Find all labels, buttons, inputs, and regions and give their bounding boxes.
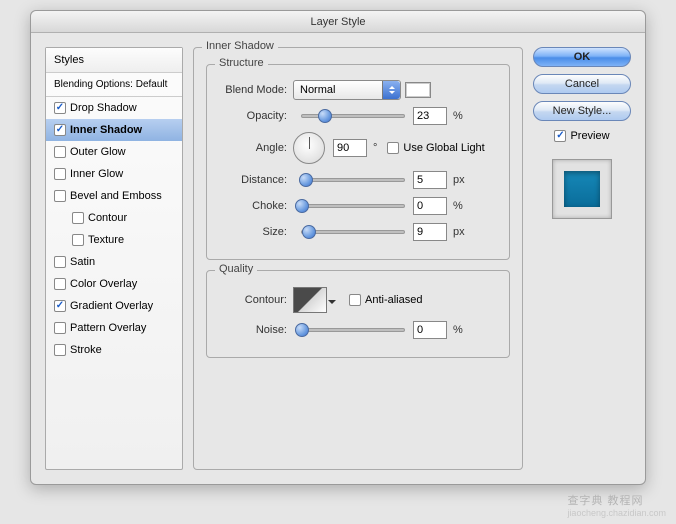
style-checkbox[interactable] — [54, 124, 66, 136]
blend-mode-value: Normal — [300, 84, 335, 96]
watermark: 查字典 教程网 jiaocheng.chazidian.com — [567, 492, 666, 518]
dialog-content: Styles Blending Options: Default Drop Sh… — [31, 33, 645, 484]
sidebar-item-stroke[interactable]: Stroke — [46, 339, 182, 361]
style-checkbox[interactable] — [54, 190, 66, 202]
distance-slider[interactable] — [301, 178, 405, 182]
distance-unit: px — [453, 174, 465, 186]
anti-aliased-checkbox[interactable] — [349, 294, 361, 306]
distance-label: Distance: — [219, 174, 293, 186]
cancel-button[interactable]: Cancel — [533, 74, 631, 94]
sidebar-item-outer-glow[interactable]: Outer Glow — [46, 141, 182, 163]
new-style-button[interactable]: New Style... — [533, 101, 631, 121]
style-checkbox[interactable] — [72, 212, 84, 224]
sidebar-item-label: Bevel and Emboss — [70, 190, 162, 202]
style-checkbox[interactable] — [54, 146, 66, 158]
sidebar-item-satin[interactable]: Satin — [46, 251, 182, 273]
contour-label: Contour: — [219, 294, 293, 306]
panel-title: Inner Shadow — [202, 40, 278, 52]
quality-legend: Quality — [215, 263, 257, 275]
choke-slider[interactable] — [301, 204, 405, 208]
opacity-input[interactable]: 23 — [413, 107, 447, 125]
ok-button[interactable]: OK — [533, 47, 631, 67]
style-checkbox[interactable] — [54, 300, 66, 312]
sidebar-item-label: Pattern Overlay — [70, 322, 146, 334]
sidebar-item-label: Drop Shadow — [70, 102, 137, 114]
size-unit: px — [453, 226, 465, 238]
noise-unit: % — [453, 324, 463, 336]
preview-well — [552, 159, 612, 219]
styles-sidebar: Styles Blending Options: Default Drop Sh… — [45, 47, 183, 470]
contour-picker[interactable] — [293, 287, 327, 313]
noise-slider[interactable] — [301, 328, 405, 332]
blend-mode-select[interactable]: Normal — [293, 80, 401, 100]
size-label: Size: — [219, 226, 293, 238]
sidebar-item-label: Color Overlay — [70, 278, 137, 290]
sidebar-item-label: Stroke — [70, 344, 102, 356]
blending-options[interactable]: Blending Options: Default — [46, 73, 182, 97]
sidebar-item-inner-glow[interactable]: Inner Glow — [46, 163, 182, 185]
sidebar-item-label: Gradient Overlay — [70, 300, 153, 312]
angle-wheel[interactable] — [293, 132, 325, 164]
inner-shadow-group: Inner Shadow Structure Blend Mode: Norma… — [193, 47, 523, 470]
size-slider[interactable] — [301, 230, 405, 234]
effect-panel: Inner Shadow Structure Blend Mode: Norma… — [193, 47, 523, 470]
choke-input[interactable]: 0 — [413, 197, 447, 215]
window-title: Layer Style — [31, 11, 645, 33]
dialog-buttons: OK Cancel New Style... Preview — [533, 47, 631, 470]
choke-unit: % — [453, 200, 463, 212]
anti-aliased-label: Anti-aliased — [365, 294, 422, 306]
layer-style-dialog: Layer Style Styles Blending Options: Def… — [30, 10, 646, 485]
preview-checkbox[interactable] — [554, 130, 566, 142]
sidebar-item-texture[interactable]: Texture — [46, 229, 182, 251]
structure-group: Structure Blend Mode: Normal Opacity: 23 — [206, 64, 510, 260]
sidebar-item-color-overlay[interactable]: Color Overlay — [46, 273, 182, 295]
quality-group: Quality Contour: Anti-aliased Noise: 0 % — [206, 270, 510, 358]
choke-label: Choke: — [219, 200, 293, 212]
sidebar-header[interactable]: Styles — [46, 48, 182, 73]
style-checkbox[interactable] — [72, 234, 84, 246]
sidebar-item-label: Texture — [88, 234, 124, 246]
sidebar-item-label: Contour — [88, 212, 127, 224]
noise-input[interactable]: 0 — [413, 321, 447, 339]
preview-label: Preview — [570, 130, 609, 142]
opacity-slider[interactable] — [301, 114, 405, 118]
sidebar-item-label: Outer Glow — [70, 146, 126, 158]
opacity-unit: % — [453, 110, 463, 122]
angle-label: Angle: — [219, 142, 293, 154]
style-checkbox[interactable] — [54, 322, 66, 334]
use-global-light-label: Use Global Light — [403, 142, 484, 154]
use-global-light-checkbox[interactable] — [387, 142, 399, 154]
size-input[interactable]: 9 — [413, 223, 447, 241]
preview-swatch — [564, 171, 600, 207]
sidebar-item-gradient-overlay[interactable]: Gradient Overlay — [46, 295, 182, 317]
sidebar-item-label: Inner Shadow — [70, 124, 142, 136]
style-checkbox[interactable] — [54, 168, 66, 180]
style-checkbox[interactable] — [54, 278, 66, 290]
distance-input[interactable]: 5 — [413, 171, 447, 189]
style-checkbox[interactable] — [54, 344, 66, 356]
sidebar-item-contour[interactable]: Contour — [46, 207, 182, 229]
angle-input[interactable]: 90 — [333, 139, 367, 157]
sidebar-item-bevel-and-emboss[interactable]: Bevel and Emboss — [46, 185, 182, 207]
sidebar-item-label: Inner Glow — [70, 168, 123, 180]
sidebar-item-pattern-overlay[interactable]: Pattern Overlay — [46, 317, 182, 339]
chevron-updown-icon — [382, 81, 400, 99]
sidebar-item-label: Satin — [70, 256, 95, 268]
style-checkbox[interactable] — [54, 256, 66, 268]
blend-mode-label: Blend Mode: — [219, 84, 293, 96]
noise-label: Noise: — [219, 324, 293, 336]
style-checkbox[interactable] — [54, 102, 66, 114]
sidebar-item-inner-shadow[interactable]: Inner Shadow — [46, 119, 182, 141]
angle-unit: ° — [373, 142, 377, 154]
opacity-label: Opacity: — [219, 110, 293, 122]
shadow-color-swatch[interactable] — [405, 82, 431, 98]
sidebar-item-drop-shadow[interactable]: Drop Shadow — [46, 97, 182, 119]
structure-legend: Structure — [215, 57, 268, 69]
